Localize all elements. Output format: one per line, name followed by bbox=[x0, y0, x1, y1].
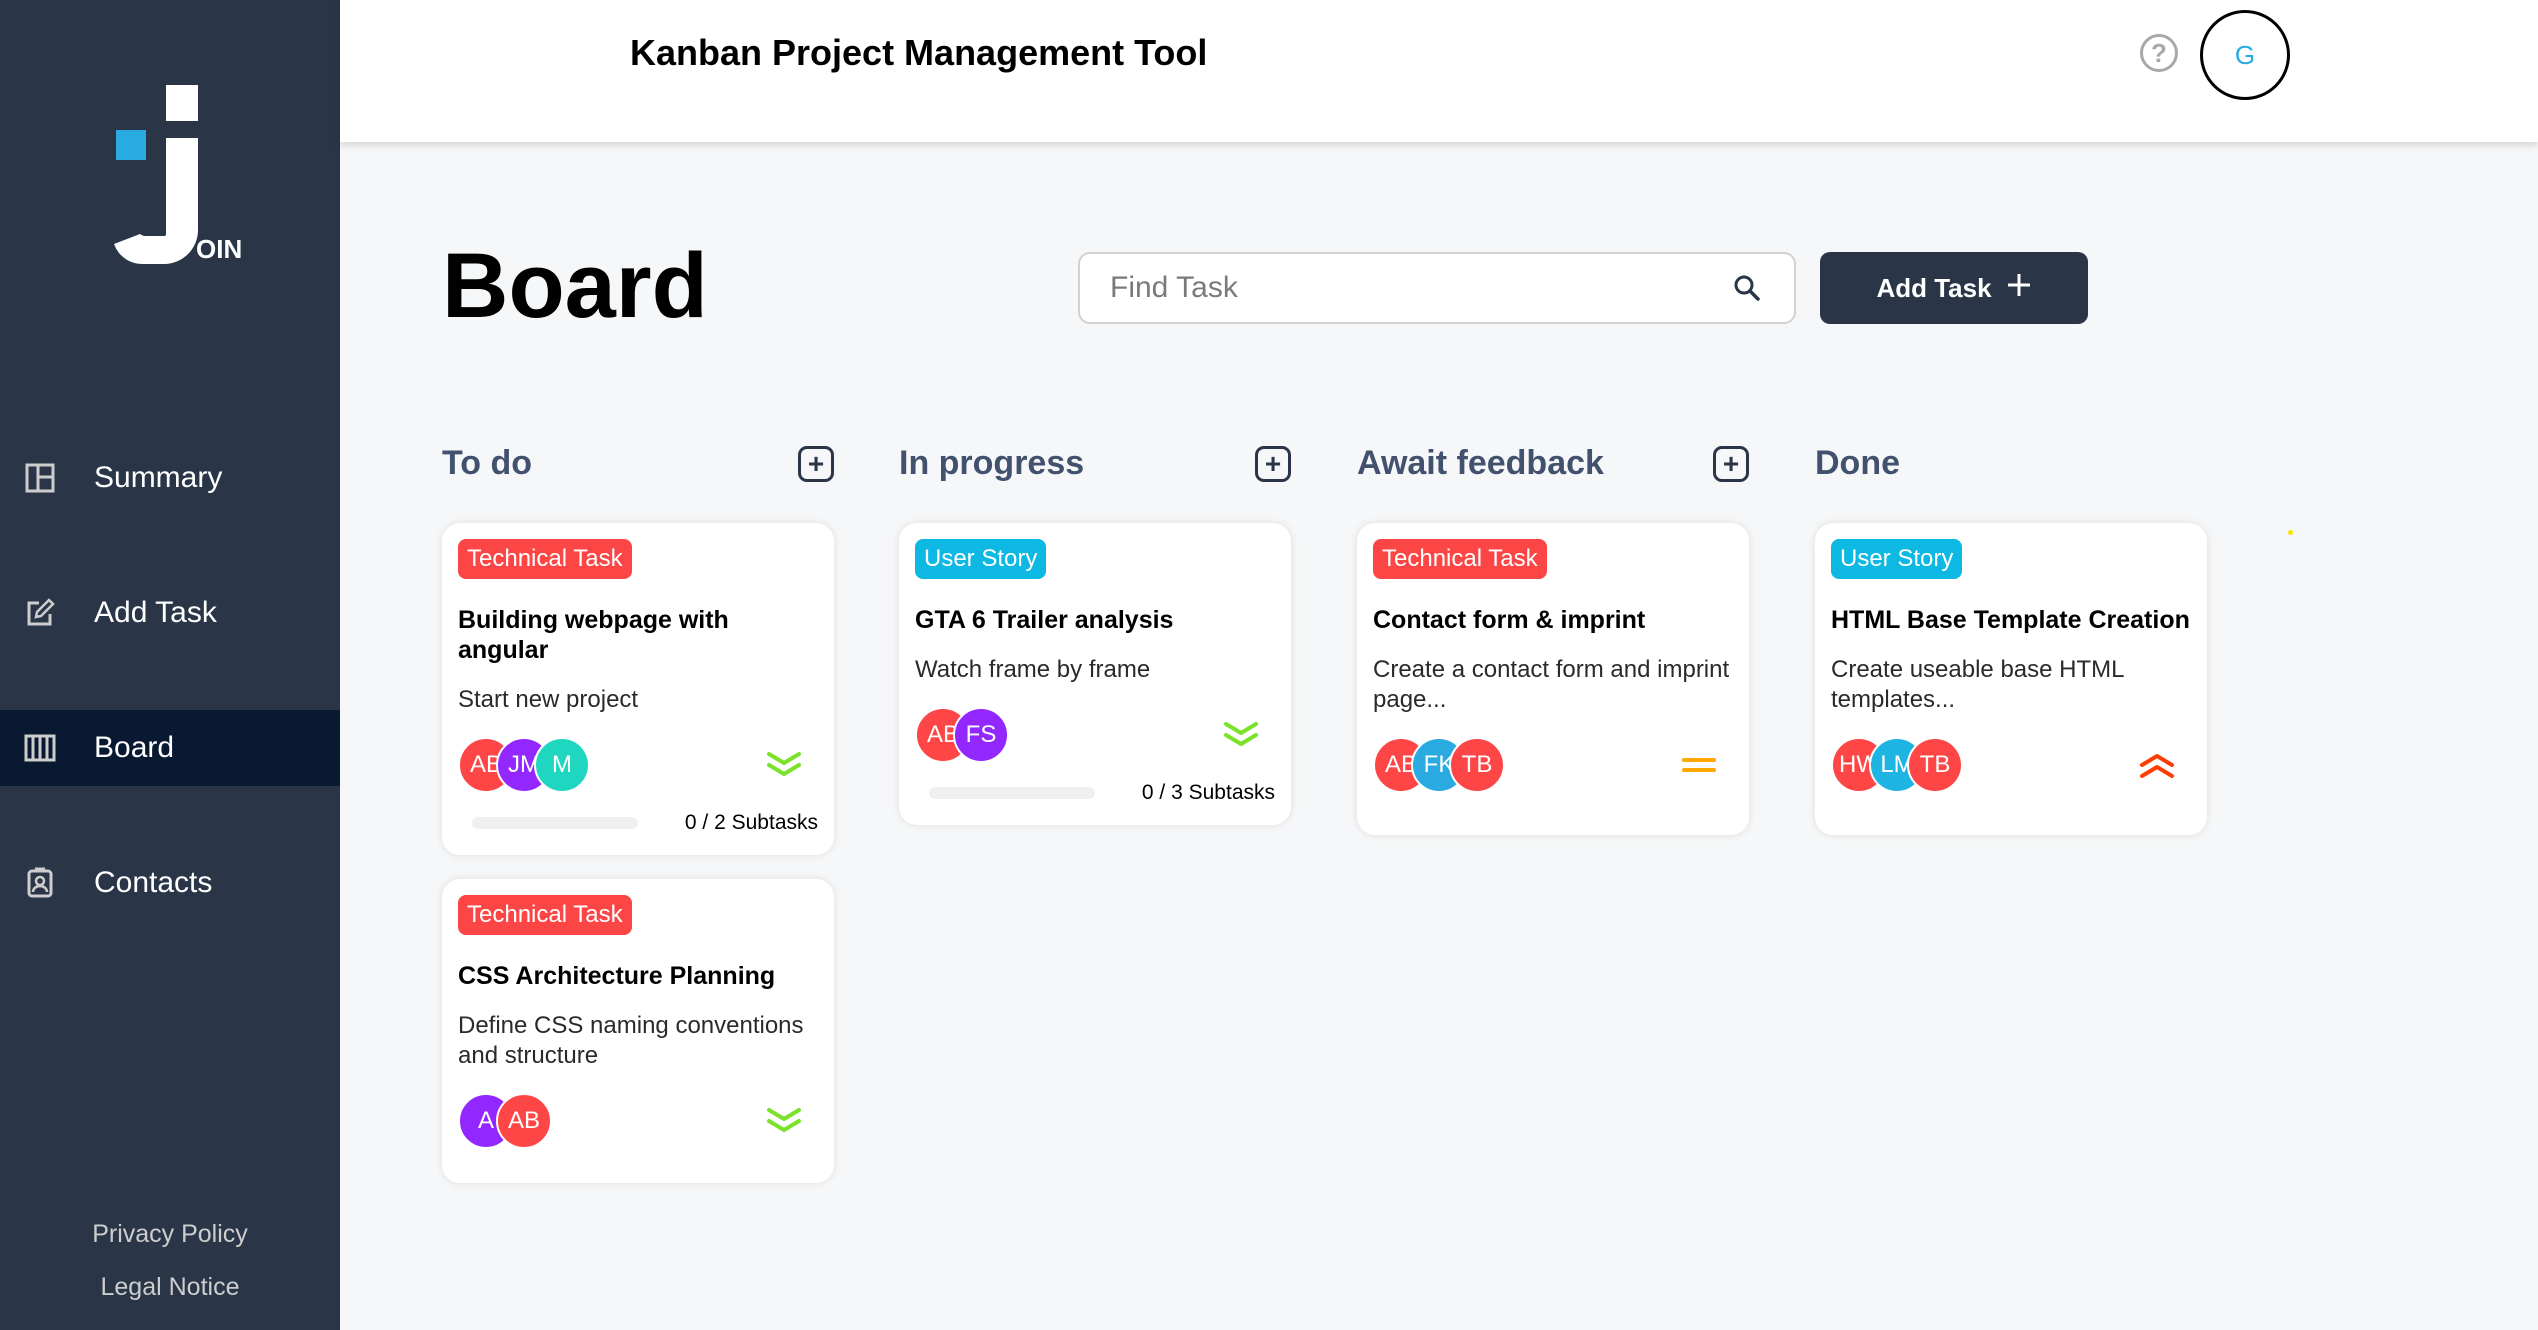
column-await-feedback: Await feedback + Technical Task Contact … bbox=[1357, 444, 1749, 859]
progress-bar bbox=[472, 817, 638, 829]
contacts-icon bbox=[22, 865, 58, 901]
column-add-icon[interactable]: + bbox=[798, 445, 834, 482]
column-done: Done User Story HTML Base Template Creat… bbox=[1815, 444, 2207, 859]
priority-medium-icon bbox=[1679, 745, 1719, 785]
task-description: Define CSS naming conventions and struct… bbox=[458, 1012, 804, 1069]
task-description: Create useable base HTML templates... bbox=[1831, 656, 2124, 713]
task-title: GTA 6 Trailer analysis bbox=[915, 606, 1174, 634]
subtask-count: 0 / 3 Subtasks bbox=[1141, 781, 1275, 804]
question-circle-icon[interactable]: ? bbox=[2140, 34, 2178, 72]
assignee-avatars: AB FK TB bbox=[1373, 737, 1505, 793]
sidebar-nav: Summary Add Task Board Contacts bbox=[0, 440, 340, 980]
page-title: Board bbox=[442, 235, 708, 337]
task-card[interactable]: Technical Task CSS Architecture Planning… bbox=[442, 879, 834, 1183]
sidebar-item-label: Add Task bbox=[94, 596, 217, 629]
sidebar-item-label: Summary bbox=[94, 461, 223, 494]
avatar: TB bbox=[1449, 737, 1505, 793]
task-title: HTML Base Template Creation bbox=[1831, 606, 2190, 634]
category-tag: User Story bbox=[1831, 539, 1963, 579]
add-task-button[interactable]: Add Task bbox=[1820, 252, 2088, 324]
avatar: M bbox=[534, 737, 590, 793]
assignee-avatars: AB FS bbox=[915, 707, 1009, 763]
sidebar-item-contacts[interactable]: Contacts bbox=[0, 845, 340, 921]
column-title: In progress bbox=[899, 444, 1085, 482]
search-box bbox=[1078, 252, 1796, 324]
priority-low-icon bbox=[764, 1101, 804, 1141]
task-description: Start new project bbox=[458, 686, 639, 713]
column-add-icon[interactable]: + bbox=[1255, 445, 1291, 482]
subtask-count: 0 / 2 Subtasks bbox=[684, 811, 818, 834]
priority-low-icon bbox=[1221, 715, 1261, 755]
category-tag: User Story bbox=[915, 539, 1047, 579]
search-icon[interactable] bbox=[1730, 271, 1764, 305]
task-card[interactable]: Technical Task Building webpage with ang… bbox=[442, 523, 834, 855]
task-description: Create a contact form and imprint page..… bbox=[1373, 656, 1730, 713]
priority-low-icon bbox=[764, 745, 804, 785]
avatar: AB bbox=[496, 1093, 552, 1149]
category-tag: Technical Task bbox=[458, 895, 632, 935]
sidebar-item-board[interactable]: Board bbox=[0, 710, 340, 786]
decorative-dot bbox=[2288, 530, 2293, 535]
task-title: Building webpage with angular bbox=[458, 606, 729, 664]
progress-bar bbox=[929, 787, 1095, 799]
top-header: Kanban Project Management Tool ? G bbox=[340, 0, 2538, 142]
column-title: Done bbox=[1815, 444, 1900, 482]
summary-icon bbox=[22, 460, 58, 496]
sidebar-item-label: Board bbox=[94, 731, 175, 764]
edit-icon bbox=[22, 595, 58, 631]
task-card[interactable]: User Story GTA 6 Trailer analysis Watch … bbox=[899, 523, 1291, 825]
column-title: To do bbox=[442, 444, 532, 482]
assignee-avatars: HW LM TB bbox=[1831, 737, 1963, 793]
search-input[interactable] bbox=[1110, 271, 1730, 305]
task-card[interactable]: Technical Task Contact form & imprint Cr… bbox=[1357, 523, 1749, 835]
column-in-progress: In progress + User Story GTA 6 Trailer a… bbox=[899, 444, 1291, 849]
task-title: Contact form & imprint bbox=[1373, 606, 1646, 634]
add-task-label: Add Task bbox=[1876, 272, 1992, 303]
priority-urgent-icon bbox=[2137, 745, 2177, 785]
task-description: Watch frame by frame bbox=[915, 656, 1151, 683]
plus-icon bbox=[2006, 272, 2032, 305]
task-card[interactable]: User Story HTML Base Template Creation C… bbox=[1815, 523, 2207, 835]
assignee-avatars: AB JM M bbox=[458, 737, 590, 793]
join-logo[interactable]: OIN bbox=[88, 80, 258, 270]
column-add-icon[interactable]: + bbox=[1713, 445, 1749, 482]
column-todo: To do + Technical Task Building webpage … bbox=[442, 444, 834, 1207]
user-avatar[interactable]: G bbox=[2200, 10, 2290, 100]
avatar: TB bbox=[1907, 737, 1963, 793]
sidebar: OIN Summary Add Task Board Contacts Priv… bbox=[0, 0, 340, 1330]
column-title: Await feedback bbox=[1357, 444, 1604, 482]
legal-notice-link[interactable]: Legal Notice bbox=[0, 1273, 340, 1302]
sidebar-item-summary[interactable]: Summary bbox=[0, 440, 340, 516]
sidebar-item-label: Contacts bbox=[94, 866, 213, 899]
board-icon bbox=[22, 730, 58, 766]
category-tag: Technical Task bbox=[1373, 539, 1547, 579]
sidebar-item-add-task[interactable]: Add Task bbox=[0, 575, 340, 651]
assignee-avatars: A AB bbox=[458, 1093, 552, 1149]
privacy-policy-link[interactable]: Privacy Policy bbox=[0, 1220, 340, 1249]
subtask-progress: 0 / 2 Subtasks bbox=[458, 811, 818, 835]
app-title: Kanban Project Management Tool bbox=[630, 32, 1208, 73]
avatar: FS bbox=[953, 707, 1009, 763]
logo-text: OIN bbox=[196, 234, 242, 264]
category-tag: Technical Task bbox=[458, 539, 632, 579]
task-title: CSS Architecture Planning bbox=[458, 962, 776, 990]
subtask-progress: 0 / 3 Subtasks bbox=[915, 781, 1275, 805]
